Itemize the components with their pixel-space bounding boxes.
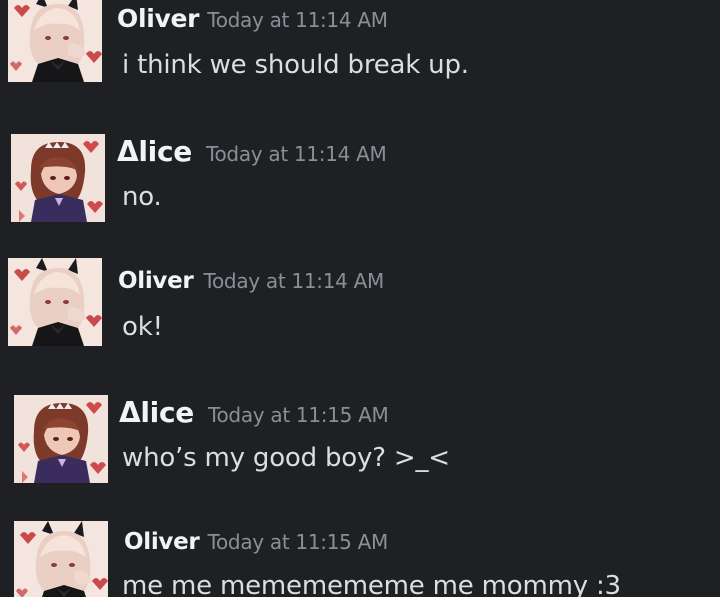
message-author[interactable]: Oliver [117, 4, 199, 33]
message-author[interactable]: Δlice [117, 135, 192, 168]
message-timestamp: Today at 11:14 AM [207, 8, 388, 32]
message-timestamp: Today at 11:14 AM [203, 269, 384, 293]
message-author[interactable]: Δlice [119, 396, 194, 429]
anime-girl-avatar-icon [14, 395, 108, 483]
anime-girl-avatar-icon [11, 134, 105, 222]
message-text: who’s my good boy? >_< [122, 443, 450, 473]
message-author[interactable]: Oliver [124, 529, 200, 555]
message-timestamp: Today at 11:15 AM [207, 530, 388, 554]
message-text: me me mememememe me mommy :3 [122, 571, 621, 597]
user-avatar[interactable] [14, 395, 108, 483]
message-text: no. [122, 182, 162, 212]
message-text: i think we should break up. [122, 50, 469, 80]
message-timestamp: Today at 11:15 AM [207, 403, 389, 427]
user-avatar[interactable] [11, 134, 105, 222]
chat-message-list[interactable]: Oliver Today at 11:14 AM i think we shoul… [0, 0, 720, 597]
anime-boy-avatar-icon [8, 0, 102, 82]
message-author[interactable]: Oliver [118, 268, 194, 294]
anime-boy-avatar-icon [8, 258, 102, 346]
anime-boy-avatar-icon [14, 521, 108, 597]
user-avatar[interactable] [8, 0, 102, 82]
message-timestamp: Today at 11:14 AM [205, 142, 387, 166]
user-avatar[interactable] [8, 258, 102, 346]
message-text: ok! [122, 312, 163, 342]
user-avatar[interactable] [14, 521, 108, 597]
